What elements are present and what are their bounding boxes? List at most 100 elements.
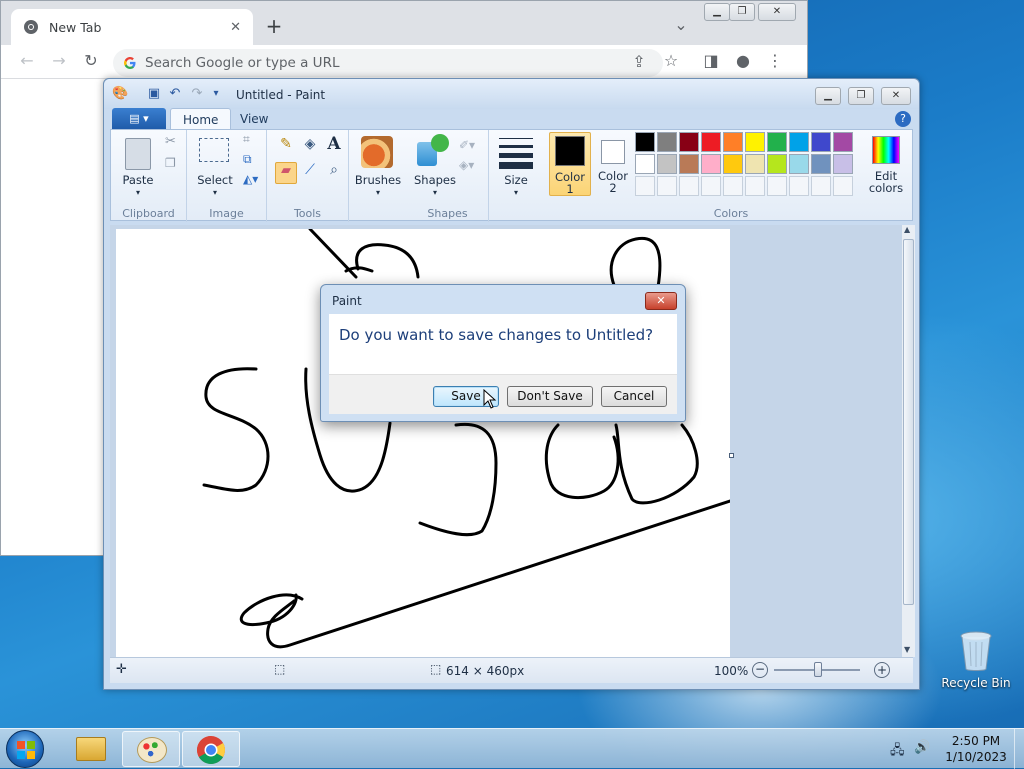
palette-swatch[interactable] <box>701 132 721 152</box>
select-rectangle-icon[interactable] <box>199 138 229 162</box>
taskbar-file-explorer[interactable] <box>62 731 120 767</box>
eraser-icon[interactable]: ▰ <box>275 162 297 184</box>
crop-icon[interactable]: ⌗ <box>243 132 250 147</box>
size-dropdown-icon[interactable]: ▾ <box>489 186 543 199</box>
reload-icon[interactable]: ↻ <box>81 51 101 70</box>
palette-swatch[interactable] <box>767 132 787 152</box>
palette-swatch[interactable] <box>789 132 809 152</box>
cancel-button[interactable]: Cancel <box>601 386 667 407</box>
paint-maximize-button[interactable]: ❐ <box>848 87 874 105</box>
canvas-resize-handle-right[interactable] <box>729 453 734 458</box>
palette-swatch[interactable] <box>679 132 699 152</box>
volume-icon[interactable]: 🔊 <box>914 740 930 755</box>
palette-swatch[interactable] <box>745 154 765 174</box>
clipboard-group: Paste ▾ ✂ ❐ Clipboard <box>111 130 187 222</box>
fill-icon[interactable]: ◈▾ <box>459 158 474 172</box>
start-button[interactable] <box>6 730 44 768</box>
paste-clipboard-icon[interactable] <box>125 138 151 170</box>
omnibox[interactable]: Search Google or type a URL <box>113 49 663 77</box>
dont-save-button[interactable]: Don't Save <box>507 386 593 407</box>
palette-swatch[interactable] <box>767 154 787 174</box>
magnifier-icon[interactable]: ⌕ <box>323 162 345 184</box>
taskbar-paint[interactable] <box>122 731 180 767</box>
tools-group-label: Tools <box>293 207 322 220</box>
pencil-icon[interactable]: ✎ <box>275 136 297 158</box>
customize-quick-access-icon[interactable]: ▾ <box>208 86 224 102</box>
rotate-icon[interactable]: ◭▾ <box>243 172 258 186</box>
palette-swatch[interactable] <box>745 132 765 152</box>
shapes-dropdown-icon[interactable]: ▾ <box>407 186 463 199</box>
undo-icon[interactable]: ↶ <box>167 86 183 102</box>
dialog-close-button[interactable]: ✕ <box>645 292 677 310</box>
canvas-vertical-scrollbar[interactable]: ▲ ▼ <box>902 225 915 657</box>
text-tool-icon[interactable]: A <box>323 134 345 156</box>
bookmark-star-icon[interactable]: ☆ <box>661 51 681 70</box>
share-icon[interactable]: ⇪ <box>629 52 649 71</box>
copy-icon[interactable]: ❐ <box>165 156 176 170</box>
tab-view[interactable]: View <box>228 108 280 130</box>
chrome-close-button[interactable]: ✕ <box>758 3 796 21</box>
color1-button[interactable]: Color 1 <box>549 132 591 196</box>
tab-home[interactable]: Home <box>170 108 232 130</box>
image-group-label: Image <box>209 207 244 220</box>
palette-swatch[interactable] <box>701 154 721 174</box>
zoom-out-button[interactable]: − <box>752 662 768 678</box>
back-arrow-icon[interactable]: ← <box>17 51 37 70</box>
paste-dropdown-icon[interactable]: ▾ <box>115 186 161 199</box>
palette-swatch[interactable] <box>635 132 655 152</box>
recycle-bin-shortcut[interactable]: Recycle Bin <box>940 630 1012 690</box>
palette-swatch[interactable] <box>811 132 831 152</box>
shapes-icon[interactable] <box>417 134 449 168</box>
fill-bucket-icon[interactable]: ◈ <box>299 136 321 158</box>
side-panel-icon[interactable]: ◨ <box>701 51 721 70</box>
chrome-tab-new-tab[interactable]: New Tab ✕ <box>11 9 253 45</box>
chrome-menu-icon[interactable]: ⋮ <box>765 51 785 70</box>
tools-group: ✎ ◈ A ▰ ⟋ ⌕ Tools <box>267 130 349 222</box>
select-dropdown-icon[interactable]: ▾ <box>193 186 237 199</box>
palette-swatch[interactable] <box>657 132 677 152</box>
palette-swatch[interactable] <box>789 154 809 174</box>
palette-swatch[interactable] <box>833 132 853 152</box>
palette-swatch[interactable] <box>723 154 743 174</box>
chrome-maximize-button[interactable]: ❐ <box>729 3 755 21</box>
tab-search-chevron-icon[interactable]: ⌄ <box>671 15 691 34</box>
desktop: New Tab ✕ + ⌄ ▁ ❐ ✕ ← → ↻ Search Google … <box>0 0 1024 769</box>
outline-icon[interactable]: ✐▾ <box>459 138 475 152</box>
color-picker-icon[interactable]: ⟋ <box>299 162 321 184</box>
palette-swatch[interactable] <box>833 154 853 174</box>
quick-save-icon[interactable]: ▣ <box>146 86 162 102</box>
palette-swatch[interactable] <box>811 154 831 174</box>
zoom-slider-thumb[interactable] <box>814 662 822 677</box>
new-tab-button[interactable]: + <box>264 14 284 38</box>
scroll-up-arrow-icon[interactable]: ▲ <box>904 225 910 234</box>
scrollbar-thumb[interactable] <box>903 239 914 605</box>
taskbar-chrome[interactable] <box>182 731 240 767</box>
forward-arrow-icon[interactable]: → <box>49 51 69 70</box>
palette-swatch[interactable] <box>657 154 677 174</box>
chrome-minimize-button[interactable]: ▁ <box>704 3 730 21</box>
color2-button[interactable]: Color 2 <box>593 132 633 196</box>
zoom-in-button[interactable]: + <box>874 662 890 678</box>
custom-color-slot <box>635 176 655 196</box>
network-icon[interactable]: 🖧 <box>890 741 905 763</box>
cut-icon[interactable]: ✂ <box>165 134 176 149</box>
paint-file-menu-button[interactable]: ▤ ▾ <box>112 108 166 130</box>
redo-icon[interactable]: ↷ <box>189 86 205 102</box>
brushes-dropdown-icon[interactable]: ▾ <box>349 186 407 199</box>
paint-close-button[interactable]: ✕ <box>881 87 911 105</box>
show-desktop-button[interactable] <box>1014 729 1024 769</box>
palette-swatch[interactable] <box>723 132 743 152</box>
size-lines-icon[interactable] <box>499 138 533 169</box>
palette-swatch[interactable] <box>635 154 655 174</box>
system-clock[interactable]: 2:50 PM 1/10/2023 <box>940 733 1012 765</box>
help-icon[interactable]: ? <box>895 111 911 127</box>
image-size-icon: ⬚ <box>430 662 442 676</box>
brush-icon[interactable] <box>361 136 393 168</box>
paint-minimize-button[interactable]: ▁ <box>815 87 841 105</box>
edit-colors-button[interactable]: Edit colors <box>861 132 911 196</box>
tab-close-icon[interactable]: ✕ <box>230 20 241 35</box>
palette-swatch[interactable] <box>679 154 699 174</box>
profile-avatar-icon[interactable]: ● <box>733 51 753 70</box>
resize-icon[interactable]: ⧉ <box>243 152 252 167</box>
scroll-down-arrow-icon[interactable]: ▼ <box>904 645 910 654</box>
